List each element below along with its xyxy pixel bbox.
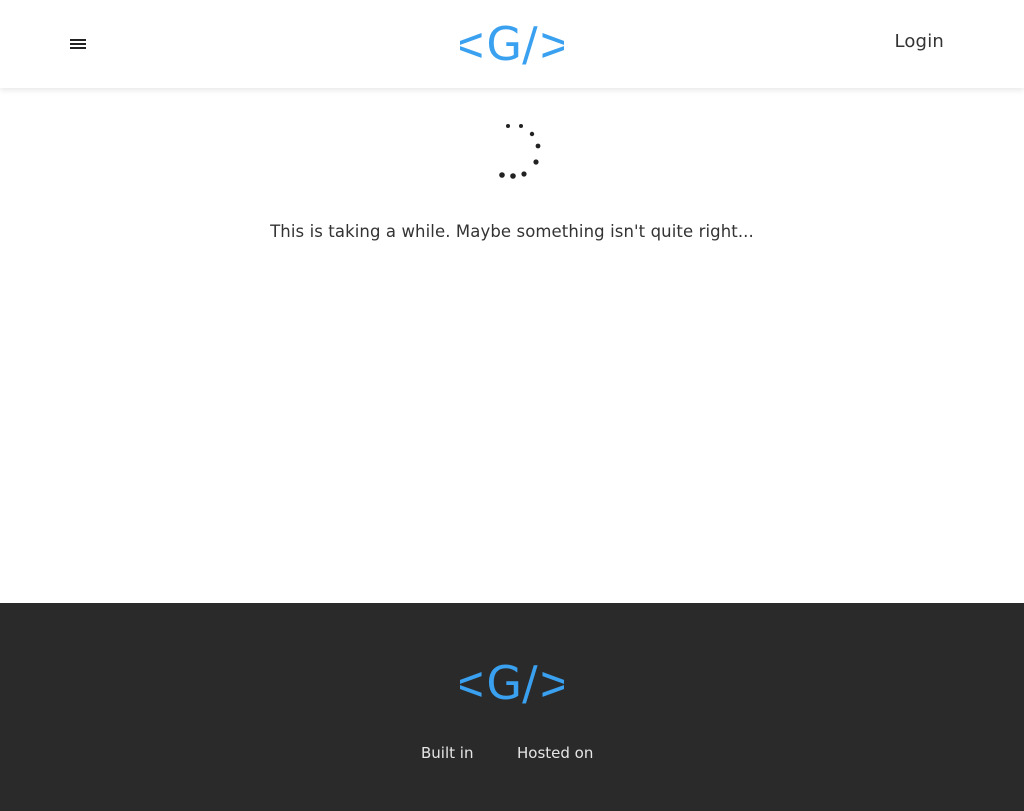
logo-text: <G/> bbox=[460, 17, 564, 68]
menu-bar-bottom bbox=[70, 47, 86, 49]
loading-spinner-icon bbox=[499, 124, 541, 179]
site-footer: <G/> Built in Hosted on bbox=[0, 603, 1024, 811]
built-in-text: Built in bbox=[421, 744, 474, 762]
hamburger-menu-icon[interactable] bbox=[66, 32, 90, 56]
footer-logo: <G/> bbox=[460, 656, 564, 707]
login-link[interactable]: Login bbox=[894, 31, 944, 52]
site-logo[interactable]: <G/> bbox=[460, 16, 564, 68]
main-content: This is taking a while. Maybe something … bbox=[0, 88, 1024, 603]
site-header: <G/> Login bbox=[0, 0, 1024, 88]
menu-bar-top bbox=[70, 39, 86, 41]
loading-message: This is taking a while. Maybe something … bbox=[270, 222, 754, 241]
menu-bar-middle bbox=[70, 43, 86, 45]
footer-logo-text: <G/> bbox=[460, 656, 564, 707]
hosted-on-text: Hosted on bbox=[517, 744, 594, 762]
